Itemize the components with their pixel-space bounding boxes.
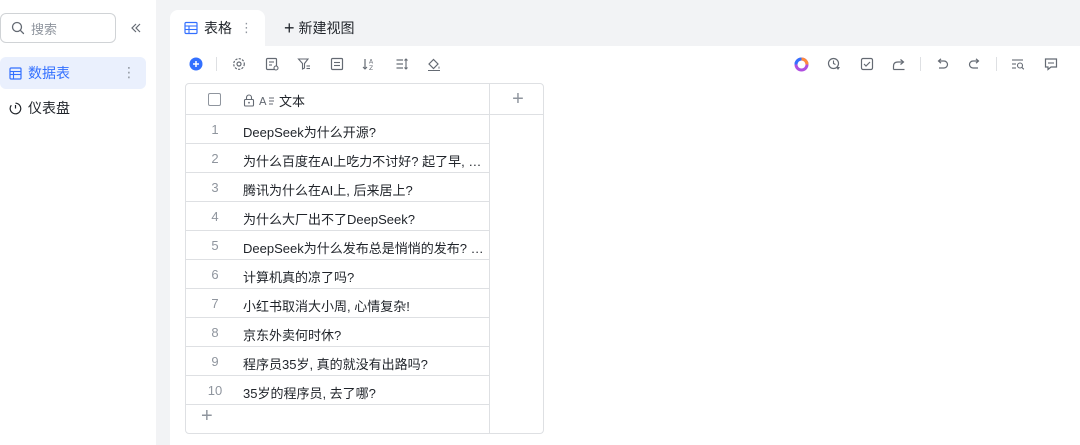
row-number: 7 xyxy=(211,296,219,311)
filter-icon[interactable] xyxy=(296,56,312,72)
row-number: 6 xyxy=(211,267,219,282)
lock-icon xyxy=(243,94,255,107)
cell-text[interactable]: 京东外卖何时休? xyxy=(243,325,485,344)
settings-icon[interactable] xyxy=(231,56,247,72)
cell-text[interactable]: 小红书取消大小周, 心情复杂! xyxy=(243,296,485,315)
tab-more-icon[interactable]: ⋮ xyxy=(240,20,253,36)
search-placeholder: 搜索 xyxy=(31,21,58,37)
row-number: 4 xyxy=(211,209,219,224)
sidebar-item-data-table[interactable]: 数据表 ⋮ xyxy=(0,57,146,89)
more-options-icon[interactable]: ⋮ xyxy=(122,64,136,80)
svg-text:A: A xyxy=(259,95,267,107)
row-number: 10 xyxy=(207,383,223,398)
column-header-label: 文本 xyxy=(279,94,306,109)
undo-icon[interactable] xyxy=(934,56,950,72)
share-icon[interactable] xyxy=(891,56,907,72)
new-view-label: 新建视图 xyxy=(298,20,355,36)
sidebar-item-dashboard[interactable]: 仪表盘 xyxy=(0,92,146,124)
table-row[interactable]: 10 35岁的程序员, 去了哪? xyxy=(186,376,489,405)
redo-icon[interactable] xyxy=(967,56,983,72)
toolbar-divider xyxy=(920,57,921,71)
row-number: 3 xyxy=(211,180,219,195)
row-number: 1 xyxy=(211,122,219,137)
table-row[interactable]: 5 DeepSeek为什么发布总是悄悄的发布? 不声不响 xyxy=(186,231,489,260)
cell-text[interactable]: 计算机真的凉了吗? xyxy=(243,267,485,286)
table-icon xyxy=(8,66,22,80)
table-row[interactable]: 2 为什么百度在AI上吃力不讨好? 起了早, 赶了个晚集 xyxy=(186,144,489,173)
ai-assistant-icon[interactable] xyxy=(793,56,809,72)
row-number: 5 xyxy=(211,238,219,253)
column-divider xyxy=(489,84,490,433)
table-row[interactable]: 8 京东外卖何时休? xyxy=(186,318,489,347)
automation-icon[interactable] xyxy=(826,56,842,72)
cell-text[interactable]: 程序员35岁, 真的就没有出路吗? xyxy=(243,354,485,373)
text-field-type-icon: A xyxy=(259,94,275,107)
new-view-button[interactable]: + 新建视图 xyxy=(284,17,355,39)
cell-text[interactable]: 腾讯为什么在AI上, 后来居上? xyxy=(243,180,485,199)
collapse-sidebar-button[interactable] xyxy=(126,18,146,38)
table-row[interactable]: 7 小红书取消大小周, 心情复杂! xyxy=(186,289,489,318)
sidebar-item-label: 仪表盘 xyxy=(28,100,70,116)
toolbar-divider xyxy=(216,57,217,71)
toolbar: AZ xyxy=(170,46,1080,82)
cell-text[interactable]: 为什么大厂出不了DeepSeek? xyxy=(243,209,485,228)
data-grid: A 文本 + 1 DeepSeek为什么开源? 2 为什么百度在AI上吃力不讨好… xyxy=(185,83,544,434)
table-row[interactable]: 4 为什么大厂出不了DeepSeek? xyxy=(186,202,489,231)
view-tab-bar: 表格 ⋮ + 新建视图 xyxy=(156,0,1080,46)
main-area: 表格 ⋮ + 新建视图 A Z A 文本 + 1 DeepSeek为什么开源? … xyxy=(156,0,1080,445)
table-row[interactable]: 9 程序员35岁, 真的就没有出路吗? xyxy=(186,347,489,376)
comment-icon[interactable] xyxy=(1043,56,1059,72)
fill-color-icon[interactable] xyxy=(426,56,442,72)
search-icon xyxy=(11,21,25,35)
dashboard-icon xyxy=(8,101,22,115)
cell-text[interactable]: DeepSeek为什么发布总是悄悄的发布? 不声不响 xyxy=(243,238,485,257)
sidebar-item-label: 数据表 xyxy=(28,65,70,81)
add-row-button[interactable]: + xyxy=(201,406,213,426)
checklist-icon[interactable] xyxy=(859,56,875,72)
table-row[interactable]: 1 DeepSeek为什么开源? xyxy=(186,115,489,144)
row-number: 8 xyxy=(211,325,219,340)
add-record-icon[interactable] xyxy=(188,56,204,72)
search-records-icon[interactable] xyxy=(1010,56,1026,72)
field-config-icon[interactable] xyxy=(264,56,280,72)
cell-text[interactable]: 35岁的程序员, 去了哪? xyxy=(243,383,485,402)
plus-icon: + xyxy=(284,18,295,38)
column-header-text[interactable]: A 文本 xyxy=(243,91,305,110)
svg-text:Z: Z xyxy=(369,65,373,71)
search-input[interactable]: 搜索 xyxy=(0,13,116,43)
row-number: 2 xyxy=(211,151,219,166)
double-chevron-left-icon xyxy=(131,23,141,33)
group-icon[interactable] xyxy=(329,56,345,72)
tab-grid-view[interactable]: 表格 ⋮ xyxy=(170,10,265,46)
table-content: AZ A 文本 + 1 DeepSeek为什么开源? 2 为什么百度在AI上吃力… xyxy=(170,46,1080,445)
select-all-checkbox[interactable] xyxy=(208,93,221,106)
grid-view-icon xyxy=(184,21,198,35)
tab-label: 表格 xyxy=(204,20,232,36)
toolbar-divider xyxy=(996,57,997,71)
table-row[interactable]: 6 计算机真的凉了吗? xyxy=(186,260,489,289)
add-column-button[interactable]: + xyxy=(508,87,528,111)
cell-text[interactable]: 为什么百度在AI上吃力不讨好? 起了早, 赶了个晚集 xyxy=(243,151,485,170)
cell-text[interactable]: DeepSeek为什么开源? xyxy=(243,122,485,141)
row-height-icon[interactable] xyxy=(394,56,410,72)
table-row[interactable]: 3 腾讯为什么在AI上, 后来居上? xyxy=(186,173,489,202)
row-number: 9 xyxy=(211,354,219,369)
sidebar: 搜索 数据表 ⋮ 仪表盘 xyxy=(0,0,156,445)
sort-icon[interactable]: AZ xyxy=(361,56,377,72)
